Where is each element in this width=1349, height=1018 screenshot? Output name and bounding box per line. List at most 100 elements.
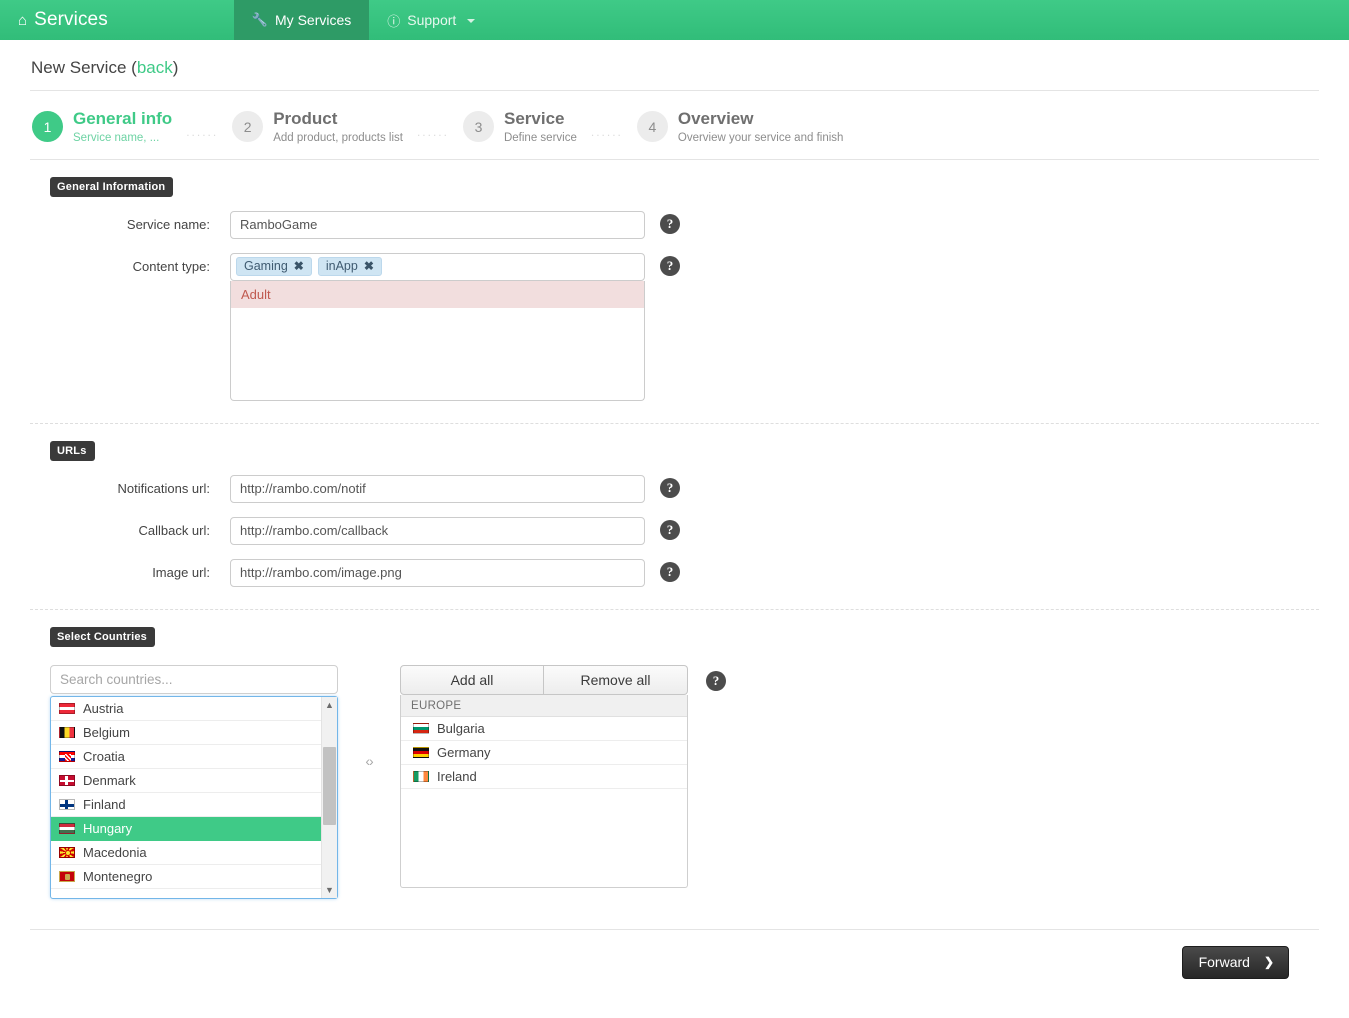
remove-all-button[interactable]: Remove all: [544, 664, 688, 695]
list-item-belgium[interactable]: Belgium: [51, 721, 321, 745]
list-item-belgium-label: Belgium: [83, 724, 130, 740]
content-type-label: Content type:: [132, 258, 210, 274]
help-icon-service-name[interactable]: ?: [660, 213, 680, 234]
selected-item-ireland[interactable]: Ireland: [401, 765, 687, 789]
step-indicator: 1 General info Service name, ... ...... …: [30, 91, 1319, 159]
scroll-down-icon[interactable]: ▼: [322, 882, 338, 898]
navbar-brand[interactable]: ⌂ Services: [0, 0, 124, 40]
steps-divider: [30, 158, 1319, 160]
callback-url-label: Callback url:: [138, 522, 210, 538]
selected-item-bulgaria-label: Bulgaria: [437, 720, 485, 736]
nav-item-my-services[interactable]: 🔧 My Services: [233, 0, 370, 40]
help-icon-content-type[interactable]: ?: [660, 255, 680, 276]
step-3-name: Service: [503, 109, 565, 128]
selected-group-header-europe: EUROPE: [401, 694, 687, 717]
list-item-croatia[interactable]: Croatia: [51, 745, 321, 769]
help-icon-countries[interactable]: ?: [706, 670, 726, 691]
nav-item-support[interactable]: ⓘ Support: [369, 0, 493, 40]
step-1-desc: Service name, ...: [73, 131, 160, 144]
country-actions: Add all Remove all: [400, 664, 688, 695]
selected-item-bulgaria[interactable]: Bulgaria: [401, 717, 687, 741]
step-3-service[interactable]: 3 Service Define service: [462, 109, 577, 145]
step-2-product[interactable]: 2 Product Add product, products list: [232, 109, 403, 145]
form-row-callback-url: Callback url: ?: [30, 516, 1319, 545]
list-item-hungary-label: Hungary: [83, 820, 133, 836]
wrench-icon: 🔧: [251, 12, 269, 27]
nav-item-support-label: Support: [407, 12, 457, 28]
forward-button[interactable]: Forward ❯: [1181, 945, 1289, 979]
section-badge-general-information: General Information: [50, 176, 174, 197]
step-2-number: 2: [232, 111, 264, 142]
wizard-footer: Forward ❯: [30, 928, 1319, 979]
back-link[interactable]: back: [137, 58, 173, 77]
scrollbar-track[interactable]: [322, 713, 337, 882]
available-countries-list-body: Austria Belgium Croatia Denmark Finland …: [51, 697, 321, 898]
content-type-option-adult[interactable]: Adult: [231, 280, 644, 308]
section-divider-countries: [30, 608, 1319, 610]
step-1-general-info[interactable]: 1 General info Service name, ...: [32, 109, 172, 145]
navbar-items: 🔧 My Services ⓘ Support: [233, 0, 493, 40]
help-icon-callback-url[interactable]: ?: [660, 519, 680, 540]
list-item-finland[interactable]: Finland: [51, 793, 321, 817]
content-type-dropdown: Adult: [230, 280, 645, 401]
step-separator-2: ......: [416, 124, 449, 139]
page-body: New Service (back) 1 General info Servic…: [0, 40, 1349, 979]
step-4-overview[interactable]: 4 Overview Overview your service and fin…: [636, 109, 844, 145]
step-4-desc: Overview your service and finish: [677, 131, 844, 144]
list-item-austria[interactable]: Austria: [51, 697, 321, 721]
notifications-url-input[interactable]: [230, 474, 645, 503]
list-item-hungary[interactable]: Hungary: [51, 816, 321, 841]
nav-item-my-services-label: My Services: [275, 12, 352, 28]
page-title: New Service (back): [30, 40, 1319, 90]
token-inapp-remove-icon[interactable]: ✖: [364, 259, 374, 273]
forward-button-label: Forward: [1198, 953, 1250, 970]
notifications-url-label: Notifications url:: [117, 480, 210, 496]
search-countries-input[interactable]: [50, 664, 338, 694]
flag-austria-icon: [59, 702, 75, 714]
chevron-right-icon: ❯: [1263, 954, 1274, 969]
form-row-notifications-url: Notifications url: ?: [30, 474, 1319, 503]
scrollbar-thumb[interactable]: [323, 746, 336, 825]
callback-url-input[interactable]: [230, 516, 645, 545]
list-item-denmark[interactable]: Denmark: [51, 769, 321, 793]
token-inapp-label: inApp: [325, 259, 358, 274]
help-icon-image-url[interactable]: ?: [660, 561, 680, 582]
form-row-image-url: Image url: ?: [30, 558, 1319, 587]
list-item-macedonia[interactable]: Macedonia: [51, 841, 321, 865]
step-3-desc: Define service: [503, 131, 577, 144]
token-gaming[interactable]: Gaming ✖: [236, 257, 312, 277]
countries-picker: Austria Belgium Croatia Denmark: [30, 647, 1319, 899]
service-name-label: Service name:: [126, 216, 210, 232]
token-inapp[interactable]: inApp ✖: [317, 257, 382, 277]
home-icon: ⌂: [18, 11, 28, 29]
section-badge-urls: URLs: [50, 440, 95, 461]
selected-countries-column: Add all Remove all EUROPE Bulgaria Germa…: [400, 664, 688, 888]
add-all-button[interactable]: Add all: [400, 664, 544, 695]
token-gaming-remove-icon[interactable]: ✖: [294, 259, 304, 273]
flag-germany-icon: [413, 746, 429, 758]
list-item-montenegro-label: Montenegro: [83, 868, 153, 884]
step-separator-1: ......: [186, 124, 219, 139]
list-item-denmark-label: Denmark: [83, 772, 136, 788]
flag-hungary-icon: [59, 822, 75, 834]
page-title-paren-close: ): [172, 58, 179, 77]
form-row-content-type: Content type: Gaming ✖ inApp ✖ Adult ?: [30, 252, 1319, 401]
selected-item-germany[interactable]: Germany: [401, 741, 687, 765]
section-divider-urls: [30, 422, 1319, 424]
help-icon-notifications-url[interactable]: ?: [660, 477, 680, 498]
available-list-scrollbar[interactable]: ▲ ▼: [321, 696, 338, 898]
selected-item-germany-label: Germany: [437, 744, 491, 760]
flag-montenegro-icon: [59, 870, 75, 882]
content-type-token-field[interactable]: Gaming ✖ inApp ✖: [230, 252, 645, 281]
selected-item-ireland-label: Ireland: [437, 768, 477, 784]
image-url-input[interactable]: [230, 558, 645, 587]
transfer-arrows-icon[interactable]: ‹›: [338, 753, 400, 769]
flag-finland-icon: [59, 798, 75, 810]
scroll-up-icon[interactable]: ▲: [322, 697, 338, 713]
list-item-montenegro[interactable]: Montenegro: [51, 865, 321, 889]
content-type-control: Gaming ✖ inApp ✖ Adult: [230, 252, 645, 401]
navbar-brand-label: Services: [34, 9, 108, 30]
flag-denmark-icon: [59, 774, 75, 786]
available-countries-column: Austria Belgium Croatia Denmark: [50, 664, 338, 899]
service-name-input[interactable]: [230, 210, 645, 239]
